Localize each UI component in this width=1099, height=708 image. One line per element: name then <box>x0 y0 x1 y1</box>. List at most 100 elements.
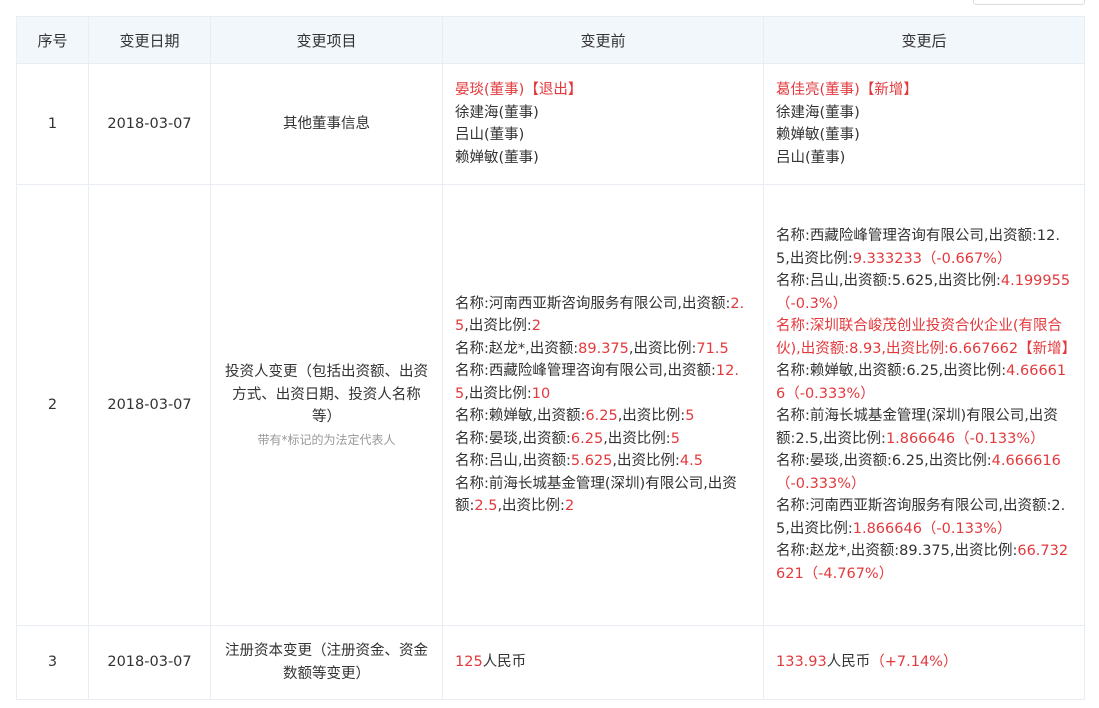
change-item-text: 其他董事信息 <box>283 115 370 132</box>
entry-line: 晏琰(董事)【退出】 <box>455 79 751 102</box>
entry-line: 名称:深圳联合峻茂创业投资合伙企业(有限合伙),出资额:8.93,出资比例:6.… <box>776 315 1076 360</box>
highlight-value: 2 <box>531 318 541 334</box>
highlight-value: 1.866646（-0.133%） <box>852 520 1012 537</box>
highlight-value: 晏琰(董事)【退出】 <box>455 82 583 98</box>
entry-text: 徐建海(董事) <box>455 104 539 121</box>
entry-line: 徐建海(董事) <box>776 102 1072 125</box>
highlight-value: 葛佳亮(董事)【新增】 <box>776 82 918 98</box>
highlight-value: 9.333233（-0.667%） <box>852 250 1012 267</box>
entry-text: 名称:晏琰,出资额:6.25,出资比例: <box>776 453 992 469</box>
highlight-value: 125 <box>455 654 483 671</box>
entry-text: ,出资比例: <box>603 430 671 447</box>
before-cell: 名称:河南西亚斯咨询服务有限公司,出资额:2.5,出资比例:2 名称:赵龙*,出资… <box>442 184 764 626</box>
entry-text: ,出资比例: <box>464 385 532 402</box>
entry-text: ,出资比例: <box>617 408 686 424</box>
entry-line: 葛佳亮(董事)【新增】 <box>776 79 1072 102</box>
change-item-text: 注册资本变更（注册资金、资金数额等变更） <box>225 643 428 682</box>
before-cell: 晏琰(董事)【退出】 徐建海(董事) 吕山(董事) 赖婵敏(董事) <box>442 63 764 185</box>
entry-text: ,出资比例: <box>464 318 532 334</box>
entry-text: 名称:赵龙*,出资额:89.375,出资比例: <box>776 543 1018 559</box>
highlight-value: （+7.14%） <box>870 654 958 671</box>
table-row: 3 2018-03-07 注册资本变更（注册资金、资金数额等变更） 125人民币… <box>16 625 1085 700</box>
after-cell: 葛佳亮(董事)【新增】 徐建海(董事) 赖婵敏(董事) 吕山(董事) <box>763 63 1085 185</box>
entry-line: 赖婵敏(董事) <box>455 147 751 170</box>
entry-text: 吕山(董事) <box>776 149 846 166</box>
entry-line: 名称:赖婵敏,出资额:6.25,出资比例:4.666616（-0.333%） <box>776 360 1072 405</box>
highlight-value: 5.625 <box>570 453 613 469</box>
change-item: 其他董事信息 <box>210 63 443 185</box>
row-index: 3 <box>16 625 89 700</box>
entry-line: 名称:西藏险峰管理咨询有限公司,出资额:12.5,出资比例:9.333233（-… <box>776 225 1072 270</box>
entry-line: 名称:吕山,出资额:5.625,出资比例:4.199955（-0.3%） <box>776 270 1072 315</box>
entry-line: 名称:赖婵敏,出资额:6.25,出资比例:5 <box>455 405 751 428</box>
highlight-value: 2 <box>564 498 575 514</box>
header-date: 变更日期 <box>88 16 211 64</box>
change-date: 2018-03-07 <box>88 625 211 700</box>
entry-text: ,出资比例: <box>612 453 680 469</box>
before-cell: 125人民币 <box>442 625 764 700</box>
entry-line: 吕山(董事) <box>455 124 751 147</box>
highlight-value: 2.5 <box>474 498 498 514</box>
entry-line: 名称:西藏险峰管理咨询有限公司,出资额:12.5,出资比例:10 <box>455 360 751 405</box>
highlight-value: 5 <box>685 408 695 424</box>
header-index: 序号 <box>16 16 89 64</box>
highlight-value: 1.866646（-0.133%） <box>885 430 1045 447</box>
highlight-value: 4.5 <box>679 453 703 469</box>
header-before: 变更前 <box>442 16 764 64</box>
after-cell: 名称:西藏险峰管理咨询有限公司,出资额:12.5,出资比例:9.333233（-… <box>763 184 1085 626</box>
entry-line: 名称:赵龙*,出资额:89.375,出资比例:71.5 <box>455 338 751 361</box>
table-header-row: 序号 变更日期 变更项目 变更前 变更后 <box>16 16 1085 64</box>
entry-line: 名称:吕山,出资额:5.625,出资比例:4.5 <box>455 450 751 473</box>
change-item-text: 投资人变更（包括出资额、出资方式、出资日期、投资人名称等） <box>225 364 428 426</box>
highlight-value: 5 <box>670 430 680 447</box>
change-record-table: 序号 变更日期 变更项目 变更前 变更后 1 2018-03-07 其他董事信息… <box>16 16 1085 700</box>
entry-text: 名称:河南西亚斯咨询服务有限公司,出资额: <box>455 295 731 312</box>
entry-text: 名称:赖婵敏,出资额:6.25,出资比例: <box>776 363 1007 379</box>
entry-text: 吕山(董事) <box>455 127 525 143</box>
entry-line: 名称:前海长城基金管理(深圳)有限公司,出资额:2.5,出资比例:1.86664… <box>776 405 1072 450</box>
highlight-value: 名称:深圳联合峻茂创业投资合伙企业(有限合伙),出资额:8.93,出资比例:6.… <box>776 318 1077 357</box>
entry-text: 名称:赵龙*,出资额: <box>455 340 579 357</box>
header-after: 变更后 <box>763 16 1085 64</box>
entry-line: 名称:河南西亚斯咨询服务有限公司,出资额:2.5,出资比例:2 <box>455 293 751 338</box>
entry-line: 名称:赵龙*,出资额:89.375,出资比例:66.732621（-4.767%… <box>776 540 1072 585</box>
entry-text: 名称:西藏险峰管理咨询有限公司,出资额: <box>455 363 716 379</box>
legal-rep-note: 带有*标记的为法定代表人 <box>257 432 396 447</box>
entry-text: 名称:吕山,出资额:5.625,出资比例: <box>776 273 1001 289</box>
highlight-value: 10 <box>531 385 551 402</box>
entry-text: 人民币 <box>826 654 871 671</box>
entry-line: 名称:晏琰,出资额:6.25,出资比例:5 <box>455 428 751 451</box>
after-cell: 133.93人民币（+7.14%） <box>763 625 1085 700</box>
entry-text: ,出资比例: <box>628 340 697 357</box>
entry-line: 125人民币 <box>455 651 751 674</box>
entry-text: 徐建海(董事) <box>776 104 860 121</box>
table-row: 2 2018-03-07 投资人变更（包括出资额、出资方式、出资日期、投资人名称… <box>16 184 1085 626</box>
row-index: 2 <box>16 184 89 626</box>
entry-text: 名称:赖婵敏,出资额: <box>455 408 586 424</box>
entry-text: 名称:吕山,出资额: <box>455 453 571 469</box>
entry-line: 名称:晏琰,出资额:6.25,出资比例:4.666616（-0.333%） <box>776 450 1072 495</box>
change-item: 投资人变更（包括出资额、出资方式、出资日期、投资人名称等） 带有*标记的为法定代… <box>210 184 443 626</box>
entry-line: 徐建海(董事) <box>455 102 751 125</box>
highlight-value: 6.25 <box>570 430 604 447</box>
entry-text: ,出资比例: <box>497 498 565 514</box>
top-right-button[interactable] <box>973 0 1085 5</box>
highlight-value: 89.375 <box>578 340 629 357</box>
entry-text: 人民币 <box>482 654 527 671</box>
change-date: 2018-03-07 <box>88 63 211 185</box>
entry-line: 赖婵敏(董事) <box>776 124 1072 147</box>
row-index: 1 <box>16 63 89 185</box>
change-item: 注册资本变更（注册资金、资金数额等变更） <box>210 625 443 700</box>
entry-line: 名称:前海长城基金管理(深圳)有限公司,出资额:2.5,出资比例:2 <box>455 473 751 518</box>
entry-text: 名称:晏琰,出资额: <box>455 430 571 447</box>
entry-line: 吕山(董事) <box>776 147 1072 170</box>
highlight-value: 133.93 <box>776 654 827 671</box>
entry-text: 赖婵敏(董事) <box>776 127 860 143</box>
entry-line: 名称:河南西亚斯咨询服务有限公司,出资额:2.5,出资比例:1.866646（-… <box>776 495 1072 540</box>
highlight-value: 6.25 <box>585 408 618 424</box>
entry-text: 赖婵敏(董事) <box>455 149 539 166</box>
highlight-value: 71.5 <box>696 340 729 357</box>
table-row: 1 2018-03-07 其他董事信息 晏琰(董事)【退出】 徐建海(董事) 吕山(… <box>16 63 1085 185</box>
entry-line: 133.93人民币（+7.14%） <box>776 651 1072 674</box>
change-date: 2018-03-07 <box>88 184 211 626</box>
